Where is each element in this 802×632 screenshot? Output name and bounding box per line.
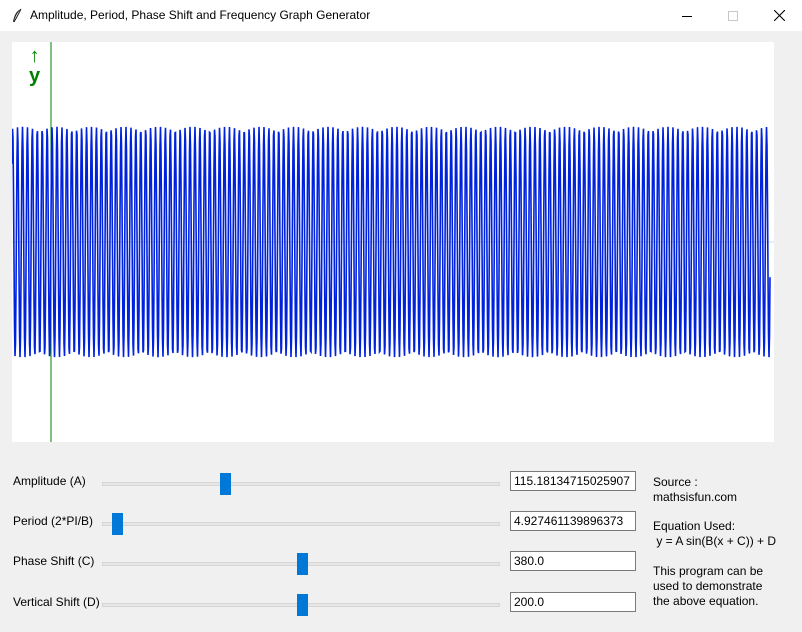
maximize-icon — [728, 10, 738, 21]
maximize-button[interactable] — [710, 0, 756, 31]
vertical-shift-value-field[interactable]: 200.0 — [510, 592, 636, 612]
title-bar[interactable]: Amplitude, Period, Phase Shift and Frequ… — [0, 0, 802, 32]
description-text: This program can be used to demonstrate … — [653, 564, 764, 608]
amplitude-label: Amplitude (A) — [13, 474, 86, 488]
vertical-shift-slider-thumb[interactable] — [296, 594, 308, 616]
window-title: Amplitude, Period, Phase Shift and Frequ… — [30, 8, 371, 22]
amplitude-slider-track[interactable] — [102, 482, 500, 486]
phase-shift-label: Phase Shift (C) — [13, 554, 95, 568]
phase-shift-value-field[interactable]: 380.0 — [510, 551, 636, 571]
close-button[interactable] — [756, 0, 802, 31]
y-axis-letter: y — [29, 65, 41, 87]
source-text: Source : mathsisfun.com — [653, 475, 738, 504]
minimize-icon — [682, 15, 692, 17]
vertical-shift-label: Vertical Shift (D) — [13, 595, 100, 609]
amplitude-slider-thumb[interactable] — [219, 473, 231, 495]
up-arrow-icon: ↑ — [29, 45, 40, 67]
graph-canvas: ↑ y — [12, 42, 774, 442]
y-axis-label: ↑ y — [29, 46, 40, 86]
graph-plot — [12, 42, 774, 442]
period-slider-thumb[interactable] — [111, 513, 123, 535]
period-slider-track[interactable] — [102, 522, 500, 526]
feather-icon — [13, 8, 22, 23]
amplitude-value-field[interactable]: 115.18134715025907 — [510, 471, 636, 491]
period-label: Period (2*PI/B) — [13, 514, 94, 528]
phase-shift-slider-thumb[interactable] — [296, 553, 308, 575]
minimize-button[interactable] — [664, 0, 710, 31]
equation-text: Equation Used: y = A sin(B(x + C)) + D — [653, 519, 777, 548]
close-icon — [773, 10, 785, 21]
period-value-field[interactable]: 4.927461139896373 — [510, 511, 636, 531]
